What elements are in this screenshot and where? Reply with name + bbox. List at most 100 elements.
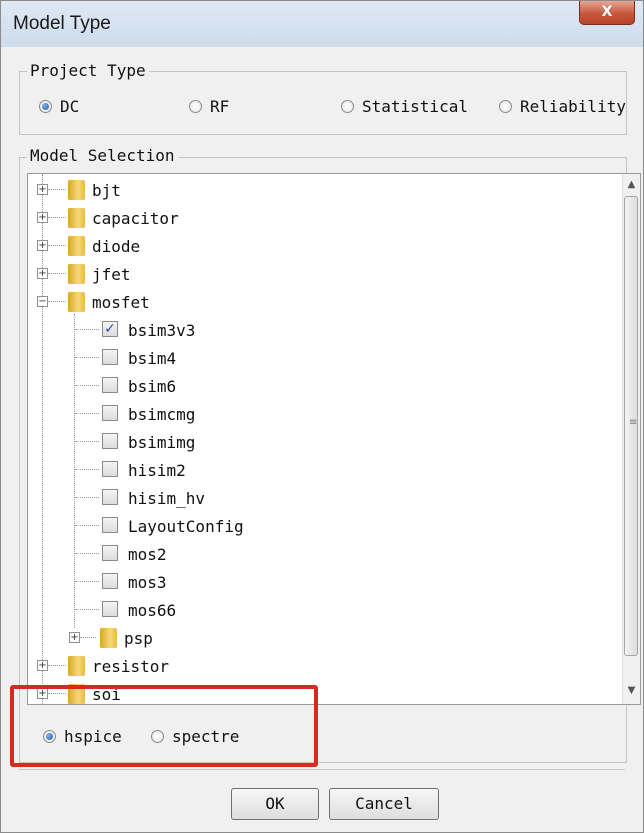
tree-connector (75, 581, 99, 582)
checkbox[interactable] (102, 377, 118, 393)
scroll-thumb[interactable]: ≡ (624, 196, 638, 656)
radio-dot-icon (499, 100, 512, 113)
tree-node-label: diode (92, 237, 141, 256)
tree-node-label: hisim2 (128, 461, 186, 480)
expander-icon[interactable]: + (37, 660, 48, 671)
tree-node-label: psp (124, 629, 153, 648)
tree-node-hisim-hv[interactable]: hisim_hv (28, 484, 618, 512)
tree-connector (80, 637, 96, 638)
tree-node-resistor[interactable]: + resistor (28, 652, 618, 680)
checkmark-icon: ✓ (104, 321, 116, 337)
checkbox[interactable] (102, 461, 118, 477)
tree-node-mos66[interactable]: mos66 (28, 596, 618, 624)
tree-node-layoutconfig[interactable]: LayoutConfig (28, 512, 618, 540)
tree-connector (75, 413, 99, 414)
tree-connector (75, 553, 99, 554)
tree-node-bsim3v3[interactable]: ✓ bsim3v3 (28, 316, 618, 344)
tree-node-mos2[interactable]: mos2 (28, 540, 618, 568)
radio-dc[interactable]: DC (39, 97, 79, 116)
tree-node-bsim6[interactable]: bsim6 (28, 372, 618, 400)
radio-reliability[interactable]: Reliability (499, 97, 626, 116)
tree-node-bsim4[interactable]: bsim4 (28, 344, 618, 372)
tree-connector (75, 469, 99, 470)
tree-connector (75, 525, 99, 526)
tree-node-label: mos3 (128, 573, 167, 592)
expander-icon[interactable]: + (69, 632, 80, 643)
checkbox-checked[interactable]: ✓ (102, 321, 118, 337)
radio-statistical[interactable]: Statistical (341, 97, 468, 116)
expander-icon[interactable]: + (37, 184, 48, 195)
project-type-legend: Project Type (27, 61, 149, 80)
close-icon: X (601, 4, 613, 20)
tree-node-label: bsim6 (128, 377, 177, 396)
scroll-up-icon[interactable]: ▲ (623, 176, 640, 194)
model-tree[interactable]: + bjt + capacitor + diode + jfet − mosfe… (27, 173, 641, 705)
tree-node-diode[interactable]: + diode (28, 232, 618, 260)
model-selection-legend: Model Selection (27, 146, 178, 165)
tree-connector (48, 273, 66, 274)
tree-node-mosfet[interactable]: − mosfet (28, 288, 618, 316)
grip-icon: ≡ (629, 417, 638, 428)
tree-node-label: mos2 (128, 545, 167, 564)
close-button[interactable]: X (579, 1, 635, 25)
tree-node-bsimcmg[interactable]: bsimcmg (28, 400, 618, 428)
tree-node-label: hisim_hv (128, 489, 206, 508)
tree-scrollbar[interactable]: ▲ ≡ ▼ (622, 174, 640, 704)
checkbox[interactable] (102, 489, 118, 505)
tree-connector (75, 609, 99, 610)
tree-node-label: mos66 (128, 601, 177, 620)
tree-connector (48, 189, 66, 190)
expander-icon[interactable]: + (37, 268, 48, 279)
tree-connector (75, 385, 99, 386)
radio-reliability-label: Reliability (520, 97, 626, 116)
checkbox[interactable] (102, 545, 118, 561)
tree-connector (48, 217, 66, 218)
cancel-button[interactable]: Cancel (329, 788, 439, 820)
folder-icon (68, 180, 85, 200)
tree-connector (48, 245, 66, 246)
tree-node-label: capacitor (92, 209, 179, 228)
radio-dot-icon (341, 100, 354, 113)
folder-icon (68, 208, 85, 228)
tree-node-hisim2[interactable]: hisim2 (28, 456, 618, 484)
model-type-dialog: Model Type X Project Type DC RF Statisti… (0, 0, 644, 833)
radio-rf-label: RF (210, 97, 230, 116)
folder-icon (68, 264, 85, 284)
radio-rf[interactable]: RF (189, 97, 229, 116)
radio-dc-label: DC (60, 97, 80, 116)
checkbox[interactable] (102, 601, 118, 617)
tree-connector (75, 497, 99, 498)
tree-node-label: mosfet (92, 293, 150, 312)
tree-node-label: bsimcmg (128, 405, 196, 424)
checkbox[interactable] (102, 405, 118, 421)
tree-node-bjt[interactable]: + bjt (28, 176, 618, 204)
tree-connector (48, 301, 66, 302)
scroll-down-icon[interactable]: ▼ (623, 682, 640, 700)
expander-icon[interactable]: + (37, 212, 48, 223)
folder-icon (68, 656, 85, 676)
checkbox[interactable] (102, 433, 118, 449)
tree-node-psp[interactable]: + psp (28, 624, 618, 652)
tree-connector (75, 329, 99, 330)
checkbox[interactable] (102, 573, 118, 589)
folder-open-icon (68, 292, 85, 312)
tree-node-mos3[interactable]: mos3 (28, 568, 618, 596)
title-bar[interactable]: Model Type X (1, 1, 643, 47)
radio-statistical-label: Statistical (362, 97, 468, 116)
tree-node-capacitor[interactable]: + capacitor (28, 204, 618, 232)
radio-dot-selected-icon (39, 100, 52, 113)
collapse-icon[interactable]: − (37, 296, 48, 307)
tree-connector (75, 357, 99, 358)
tree-node-label: LayoutConfig (128, 517, 244, 536)
checkbox[interactable] (102, 517, 118, 533)
tree-node-jfet[interactable]: + jfet (28, 260, 618, 288)
tree-connector (75, 441, 99, 442)
tree-node-label: bsimimg (128, 433, 196, 452)
tree-node-label: bjt (92, 181, 121, 200)
ok-button[interactable]: OK (231, 788, 319, 820)
checkbox[interactable] (102, 349, 118, 365)
window-title: Model Type (13, 13, 111, 34)
expander-icon[interactable]: + (37, 240, 48, 251)
tree-node-bsimimg[interactable]: bsimimg (28, 428, 618, 456)
folder-icon (68, 236, 85, 256)
